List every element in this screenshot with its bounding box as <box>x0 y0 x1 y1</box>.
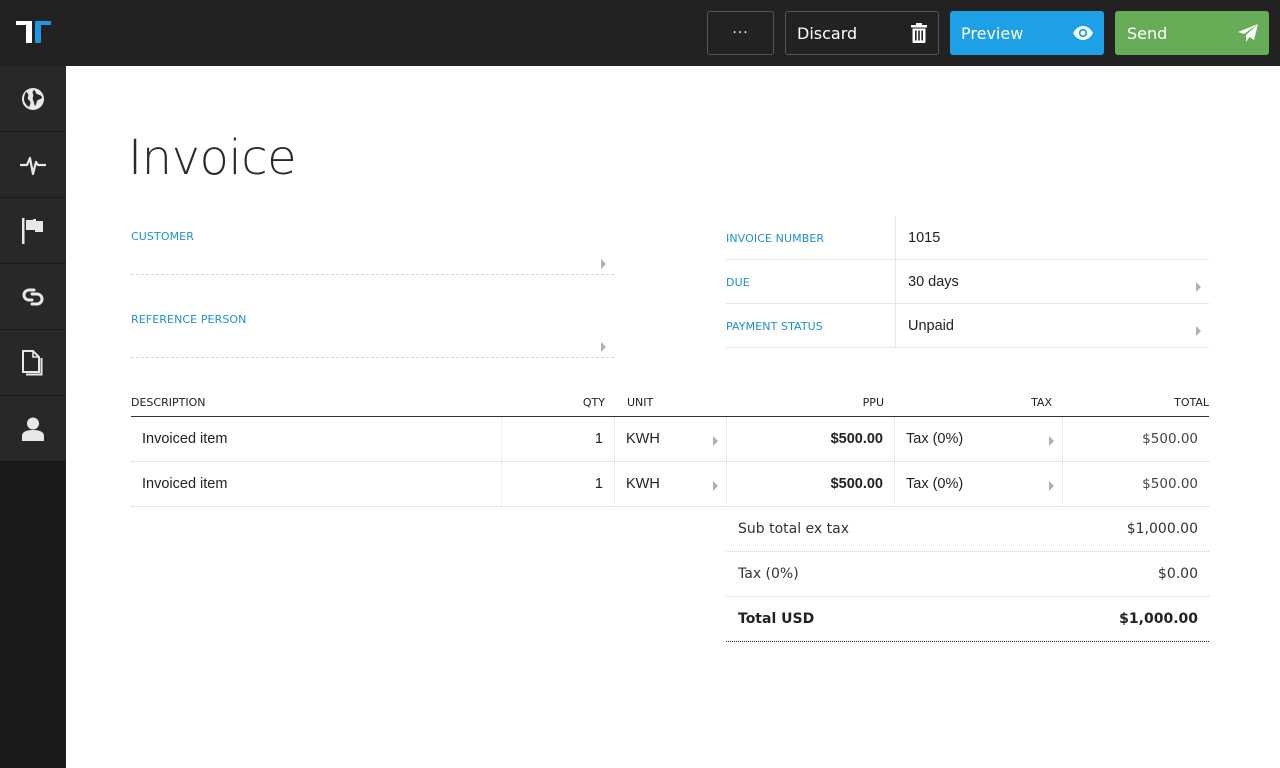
subtotal-label: Sub total ex tax <box>738 521 850 537</box>
preview-label: Preview <box>961 23 1024 43</box>
payment-status-value[interactable]: Unpaid <box>895 304 1209 347</box>
tax-value: $0.00 <box>1157 566 1198 582</box>
item-tax[interactable]: Tax (0%) <box>895 462 1063 506</box>
header-unit: UNIT <box>627 396 654 409</box>
sidebar-item-documents[interactable] <box>0 330 66 396</box>
line-items-table: DESCRIPTION QTY UNIT PPU TAX TOTAL Invoi… <box>131 396 1209 507</box>
header-description: DESCRIPTION <box>131 396 206 409</box>
sidebar <box>0 66 66 768</box>
chevron-right-icon <box>1049 434 1054 450</box>
item-total: $500.00 <box>1142 476 1198 492</box>
item-unit[interactable]: KWH <box>615 417 727 461</box>
header-total: TOTAL <box>1174 396 1209 409</box>
invoice-number-label: INVOICE NUMBER <box>726 232 825 245</box>
reference-person-label: REFERENCE PERSON <box>131 313 247 326</box>
sidebar-item-globe[interactable] <box>0 66 66 132</box>
item-tax-value: Tax (0%) <box>906 476 964 492</box>
invoice-number-value[interactable]: 1015 <box>895 216 1209 259</box>
table-header: DESCRIPTION QTY UNIT PPU TAX TOTAL <box>131 396 1209 417</box>
flag-icon <box>22 217 43 244</box>
totals-section: Sub total ex tax $1,000.00 Tax (0%) $0.0… <box>726 507 1209 642</box>
tax-label: Tax (0%) <box>738 566 799 582</box>
paper-plane-icon <box>1238 24 1258 42</box>
chevron-right-icon <box>1196 277 1201 296</box>
tax-row: Tax (0%) $0.00 <box>726 552 1209 597</box>
send-button[interactable]: Send <box>1115 11 1269 55</box>
customer-label: CUSTOMER <box>131 230 194 243</box>
subtotal-value: $1,000.00 <box>1126 521 1198 537</box>
discard-label: Discard <box>797 23 858 43</box>
item-qty[interactable]: 1 <box>502 417 615 461</box>
item-total: $500.00 <box>1142 431 1198 447</box>
item-ppu[interactable]: $500.00 <box>727 417 895 461</box>
more-options-button[interactable]: ··· <box>707 11 774 55</box>
sidebar-item-activity[interactable] <box>0 132 66 198</box>
sidebar-item-user[interactable] <box>0 396 66 462</box>
item-unit[interactable]: KWH <box>615 462 727 506</box>
grand-total-row: Total USD $1,000.00 <box>726 597 1209 642</box>
customer-underline <box>131 274 614 275</box>
payment-status-label: PAYMENT STATUS <box>726 320 823 333</box>
chevron-right-icon <box>713 479 718 495</box>
chevron-right-icon <box>1196 321 1201 340</box>
item-unit-value: KWH <box>626 476 660 492</box>
item-tax[interactable]: Tax (0%) <box>895 417 1063 461</box>
chevron-right-icon <box>1049 479 1054 495</box>
preview-button[interactable]: Preview <box>950 11 1104 55</box>
due-value[interactable]: 30 days <box>895 260 1209 303</box>
table-row: Invoiced item 1 KWH $500.00 Tax (0%) $50… <box>131 462 1209 507</box>
header-ppu: PPU <box>862 396 884 409</box>
page-title: Invoice <box>128 130 297 186</box>
globe-icon <box>22 87 44 110</box>
item-description[interactable]: Invoiced item <box>131 462 502 506</box>
link-icon <box>22 288 44 305</box>
item-qty[interactable]: 1 <box>502 462 615 506</box>
grand-total-value: $1,000.00 <box>1119 611 1198 627</box>
item-ppu[interactable]: $500.00 <box>727 462 895 506</box>
sidebar-item-flag[interactable] <box>0 198 66 264</box>
grand-total-label: Total USD <box>738 611 815 627</box>
header-qty: QTY <box>582 396 605 409</box>
chevron-right-icon <box>601 337 606 356</box>
header-tax: TAX <box>1031 396 1052 409</box>
due-label: DUE <box>726 276 750 289</box>
eye-icon <box>1073 26 1093 40</box>
trash-icon <box>911 23 927 43</box>
top-bar: ··· Discard Preview Send <box>0 0 1280 66</box>
due-row[interactable]: DUE 30 days <box>726 260 1209 304</box>
reference-person-underline <box>131 357 614 358</box>
invoice-number-row[interactable]: INVOICE NUMBER 1015 <box>726 216 1209 260</box>
invoice-editor: Invoice CUSTOMER REFERENCE PERSON INVOIC… <box>66 66 1280 768</box>
table-row: Invoiced item 1 KWH $500.00 Tax (0%) $50… <box>131 417 1209 462</box>
more-label: ··· <box>732 25 749 41</box>
payment-status-row[interactable]: PAYMENT STATUS Unpaid <box>726 304 1209 348</box>
item-tax-value: Tax (0%) <box>906 431 964 447</box>
discard-button[interactable]: Discard <box>785 11 939 55</box>
item-unit-value: KWH <box>626 431 660 447</box>
chevron-right-icon <box>713 434 718 450</box>
invoice-meta: INVOICE NUMBER 1015 DUE 30 days PAYMENT … <box>726 216 1209 348</box>
app-logo[interactable] <box>16 21 52 43</box>
chevron-right-icon <box>601 254 606 273</box>
documents-icon <box>22 349 43 375</box>
send-label: Send <box>1127 23 1168 43</box>
user-icon <box>22 417 44 441</box>
pulse-icon <box>20 156 46 175</box>
sidebar-item-link[interactable] <box>0 264 66 330</box>
item-description[interactable]: Invoiced item <box>131 417 502 461</box>
subtotal-row: Sub total ex tax $1,000.00 <box>726 507 1209 552</box>
